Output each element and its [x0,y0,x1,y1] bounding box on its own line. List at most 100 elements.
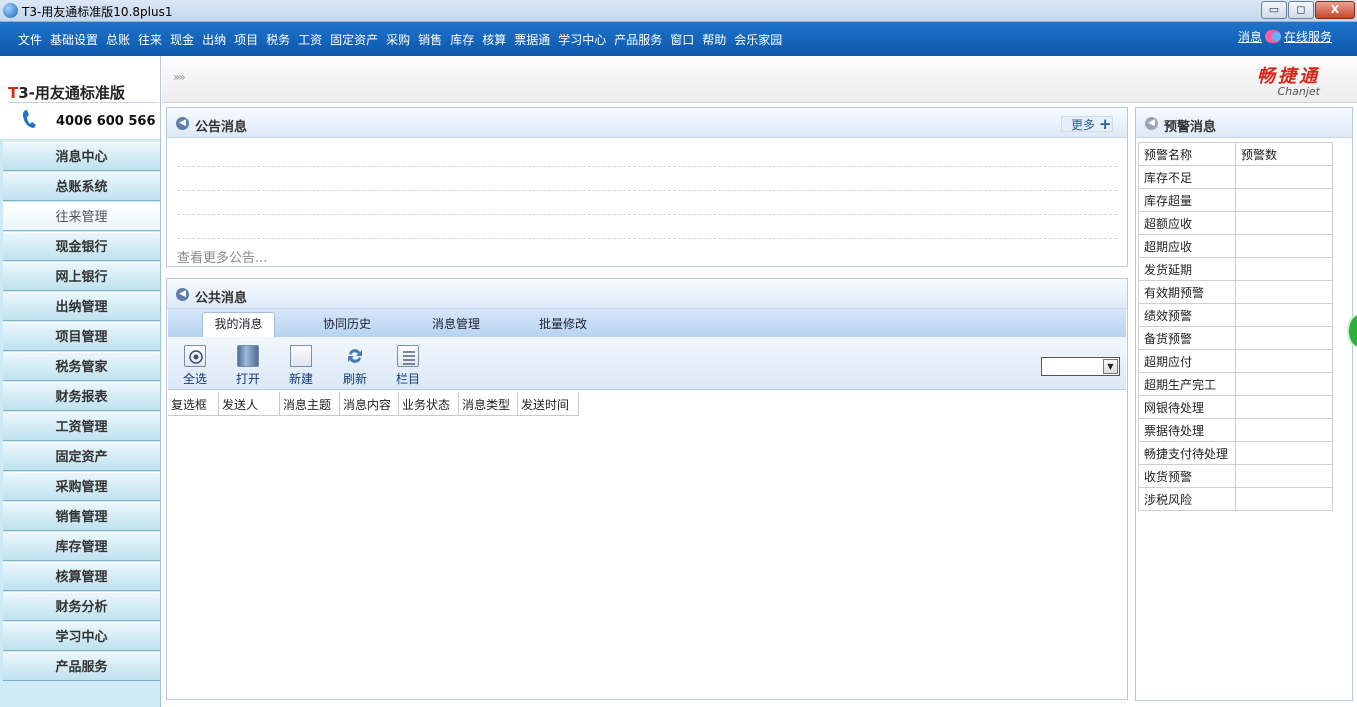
warning-title: 预警消息 [1164,120,1217,135]
chanjet-en: Chanjet [1277,85,1320,98]
column-header[interactable]: 发送时间 [518,392,579,416]
menu-item[interactable]: 学习中心 [558,31,606,48]
warning-row[interactable]: 超额应收 [1138,211,1333,235]
warning-row[interactable]: 超期应付 [1138,349,1333,373]
menu-item[interactable]: 出纳 [202,31,226,48]
column-header[interactable]: 业务状态 [399,392,459,416]
sidebar-item[interactable]: 现金银行 [3,232,160,261]
more-label: 更多 [1071,118,1096,132]
warning-count [1235,257,1333,281]
warning-name: 超期应收 [1138,234,1236,258]
menu-item[interactable]: 核算 [482,31,506,48]
warning-row[interactable]: 收货预警 [1138,464,1333,488]
collapse-icon[interactable]: ◀ [176,288,189,301]
warning-row[interactable]: 库存超量 [1138,188,1333,212]
close-button[interactable]: X [1315,1,1355,19]
menu-item[interactable]: 库存 [450,31,474,48]
warning-row[interactable]: 涉税风险 [1138,487,1333,511]
warning-name: 有效期预警 [1138,280,1236,304]
sidebar-item[interactable]: 消息中心 [3,142,160,171]
maximize-button[interactable]: ◻ [1288,1,1314,19]
message-tabs: 我的消息 协同历史 消息管理 批量修改 [168,309,1126,337]
tab-message-management[interactable]: 消息管理 [432,315,480,332]
warning-count [1235,326,1333,350]
sidebar-item[interactable]: 网上银行 [3,262,160,291]
menu-item[interactable]: 窗口 [670,31,694,48]
warning-row[interactable]: 库存不足 [1138,165,1333,189]
select-all-label: 全选 [182,372,207,386]
message-filter-select[interactable]: ▼ [1041,357,1120,376]
warning-row[interactable]: 发货延期 [1138,257,1333,281]
view-more-announcements-link[interactable]: 查看更多公告... [177,247,267,266]
column-header[interactable]: 消息类型 [459,392,518,416]
open-button[interactable]: 打开 [228,345,268,387]
tab-collaboration-history[interactable]: 协同历史 [323,315,371,332]
menu-item[interactable]: 采购 [386,31,410,48]
sidebar-item[interactable]: 库存管理 [3,532,160,561]
minimize-button[interactable]: ▭ [1261,1,1287,19]
sidebar-item[interactable]: 总账系统 [3,172,160,201]
sidebar-item[interactable]: 核算管理 [3,562,160,591]
menu-item[interactable]: 固定资产 [330,31,378,48]
menu-item[interactable]: 会乐家园 [734,31,782,48]
menu-item[interactable]: 项目 [234,31,258,48]
column-header[interactable]: 消息主题 [280,392,340,416]
sidebar-item[interactable]: 往来管理 [3,202,160,231]
warning-header: ◀ 预警消息 [1136,108,1352,138]
sidebar-item[interactable]: 项目管理 [3,322,160,351]
sidebar-item[interactable]: 学习中心 [3,622,160,651]
menu-item[interactable]: 票据通 [514,31,550,48]
menu-item[interactable]: 往来 [138,31,162,48]
more-button[interactable]: 更多 + [1061,116,1113,132]
sidebar-item[interactable]: 财务分析 [3,592,160,621]
new-button[interactable]: 新建 [281,345,321,387]
chevron-down-icon[interactable]: ▼ [1103,359,1118,374]
menu-item[interactable]: 现金 [170,31,194,48]
public-messages-title: 公共消息 [195,291,248,306]
columns-label: 栏目 [395,372,420,386]
refresh-button[interactable]: 刷新 [335,345,375,387]
announcement-header: ◀ 公告消息 更多 + [167,108,1127,138]
warning-row[interactable]: 有效期预警 [1138,280,1333,304]
sidebar-item[interactable]: 采购管理 [3,472,160,501]
column-header[interactable]: 复选框 [168,392,219,416]
menu-item[interactable]: 工资 [298,31,322,48]
sidebar-item[interactable]: 工资管理 [3,412,160,441]
expand-arrows-icon[interactable]: »» [173,70,186,84]
sidebar-item[interactable]: 产品服务 [3,652,160,681]
warning-row[interactable]: 备货预警 [1138,326,1333,350]
menu-item[interactable]: 销售 [418,31,442,48]
menu-item[interactable]: 总账 [106,31,130,48]
sidebar-item[interactable]: 财务报表 [3,382,160,411]
sidebar-item[interactable]: 销售管理 [3,502,160,531]
columns-button[interactable]: 栏目 [388,345,428,387]
tab-batch-edit[interactable]: 批量修改 [539,315,587,332]
warning-row[interactable]: 畅捷支付待处理 [1138,441,1333,465]
tab-my-messages[interactable]: 我的消息 [202,312,275,337]
sidebar-item[interactable]: 固定资产 [3,442,160,471]
message-link[interactable]: 消息 [1238,28,1262,45]
column-header[interactable]: 消息内容 [340,392,399,416]
public-messages-panel: ◀ 公共消息 我的消息 协同历史 消息管理 批量修改 全选 打开 新建 刷新 栏… [166,278,1128,700]
online-service-link[interactable]: 在线服务 [1284,28,1332,45]
select-all-icon [184,345,206,367]
announcement-line [177,190,1117,191]
warning-name: 备货预警 [1138,326,1236,350]
select-all-button[interactable]: 全选 [175,345,215,387]
menu-item[interactable]: 基础设置 [50,31,98,48]
warning-row[interactable]: 超期应收 [1138,234,1333,258]
sidebar-item[interactable]: 税务管家 [3,352,160,381]
warning-row[interactable]: 超期生产完工 [1138,372,1333,396]
menu-item[interactable]: 产品服务 [614,31,662,48]
column-header[interactable]: 发送人 [219,392,280,416]
collapse-icon[interactable]: ◀ [1145,117,1158,130]
warning-row[interactable]: 网银待处理 [1138,395,1333,419]
warning-row[interactable]: 绩效预警 [1138,303,1333,327]
collapse-icon[interactable]: ◀ [176,117,189,130]
menu-item[interactable]: 帮助 [702,31,726,48]
announcement-line [177,166,1117,167]
menu-item[interactable]: 税务 [266,31,290,48]
sidebar-item[interactable]: 出纳管理 [3,292,160,321]
warning-row[interactable]: 票据待处理 [1138,418,1333,442]
menu-item[interactable]: 文件 [18,31,42,48]
